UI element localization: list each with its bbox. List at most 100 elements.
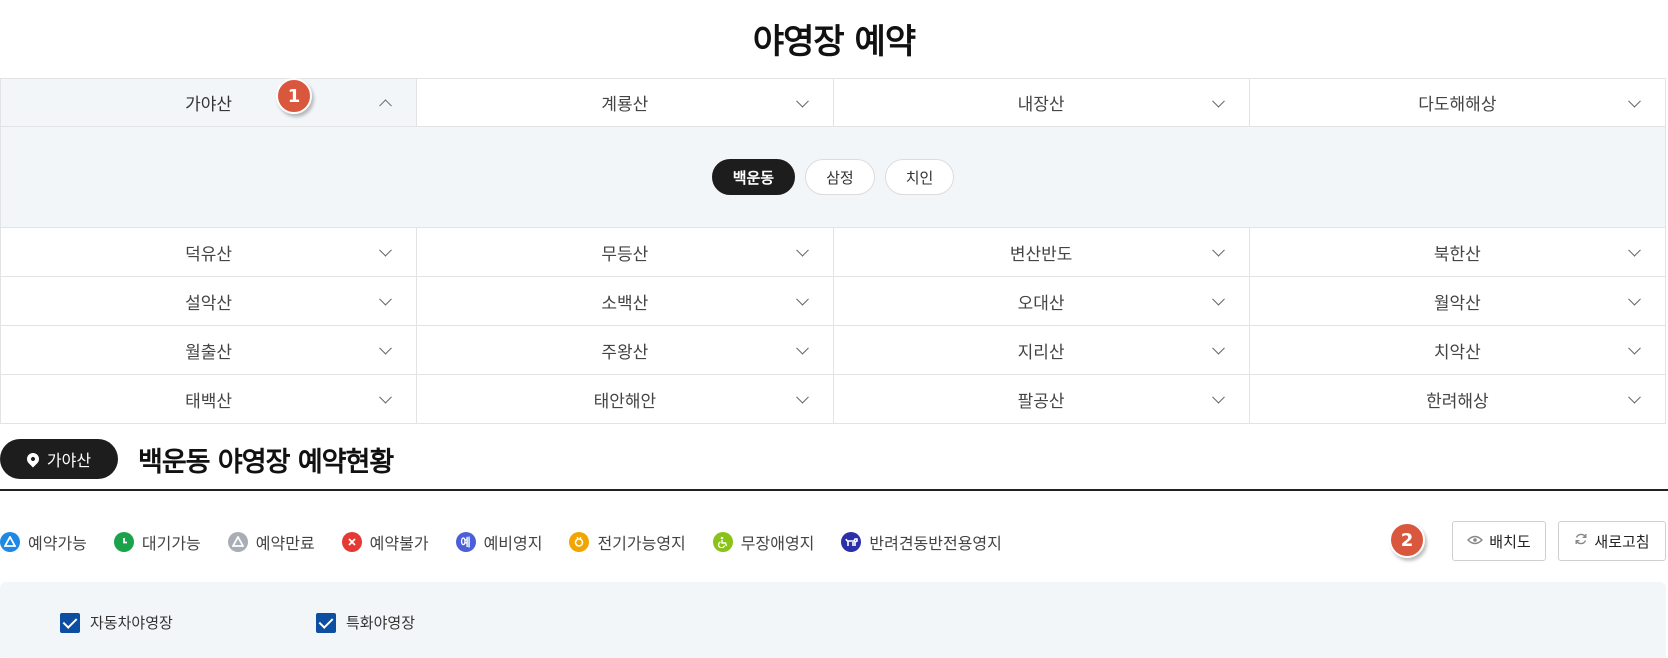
park-label: 다도해해상	[1418, 95, 1497, 115]
chevron-down-icon	[1628, 390, 1641, 404]
park-tab-naejangsan[interactable]: 내장산	[833, 79, 1250, 126]
chevron-down-icon	[795, 341, 809, 355]
sub-area-baegundong[interactable]: 백운동	[711, 159, 796, 195]
park-tab[interactable]: 덕유산	[0, 228, 418, 276]
chevron-up-icon	[379, 98, 393, 112]
chevron-down-icon	[1628, 292, 1641, 306]
legend-label: 예비영지	[483, 534, 543, 553]
checkbox-checked-icon[interactable]	[316, 612, 336, 633]
park-label: 태안해안	[593, 391, 657, 412]
filter-special-campsite[interactable]: 특화야영장	[316, 612, 415, 633]
chevron-down-icon	[1211, 292, 1225, 306]
plug-icon	[569, 532, 590, 552]
park-grid: 가야산 계룡산 내장산 다도해해상 백운동 삼정 치인 덕유산 무등산 변산반도…	[0, 78, 1666, 424]
legend-label: 예약만료	[255, 534, 315, 553]
chevron-down-icon	[795, 390, 809, 404]
park-tab-dadohae[interactable]: 다도해해상	[1249, 79, 1666, 126]
park-tab[interactable]: 북한산	[1249, 228, 1666, 276]
campsite-type-filter: 자동차야영장 특화야영장	[0, 582, 1666, 658]
park-label: 설악산	[185, 293, 233, 314]
legend-label: 반려견동반전용영지	[869, 534, 1002, 553]
location-label: 가야산	[46, 451, 92, 470]
park-tab[interactable]: 월악산	[1249, 277, 1666, 325]
park-row-1: 가야산 계룡산 내장산 다도해해상	[0, 78, 1666, 127]
park-label: 월출산	[185, 342, 233, 363]
chevron-down-icon	[1628, 243, 1641, 257]
park-label: 치악산	[1433, 342, 1481, 363]
layout-map-button[interactable]: 배치도	[1452, 521, 1546, 561]
park-label: 가야산	[185, 95, 233, 115]
legend-item: 전기가능영지	[569, 530, 686, 554]
sub-area-chiin[interactable]: 치인	[884, 159, 955, 195]
chevron-down-icon	[795, 94, 809, 108]
legend-label: 예약가능	[28, 534, 87, 553]
park-tab[interactable]: 소백산	[417, 277, 834, 325]
park-tab[interactable]: 태백산	[0, 375, 418, 423]
park-tab[interactable]: 무등산	[417, 228, 834, 276]
park-row-4: 월출산 주왕산 지리산 치악산	[0, 326, 1666, 375]
park-tab[interactable]: 월출산	[0, 326, 418, 374]
park-tab[interactable]: 오대산	[833, 277, 1250, 325]
dog-icon	[841, 532, 862, 552]
sub-area-panel: 백운동 삼정 치인	[0, 127, 1666, 228]
filter-label: 특화야영장	[346, 614, 416, 632]
refresh-label: 새로고침	[1594, 532, 1650, 551]
park-tab[interactable]: 태안해안	[417, 375, 834, 423]
legend-item: 무장애영지	[712, 530, 815, 554]
wheelchair-icon	[712, 532, 733, 552]
park-tab[interactable]: 변산반도	[833, 228, 1250, 276]
legend-item: 예약가능	[0, 530, 87, 554]
park-tab[interactable]: 지리산	[833, 326, 1250, 374]
chevron-down-icon	[379, 292, 393, 306]
section-title: 백운동 야영장 예약현황	[138, 447, 394, 478]
park-label: 변산반도	[1009, 244, 1073, 265]
triangle-icon	[0, 532, 20, 552]
filter-auto-campsite[interactable]: 자동차야영장	[60, 612, 173, 633]
legend-item: 예약불가	[341, 530, 429, 554]
park-label: 월악산	[1433, 293, 1481, 314]
park-tab[interactable]: 한려해상	[1249, 375, 1666, 423]
chevron-down-icon	[795, 292, 809, 306]
park-label: 무등산	[601, 244, 649, 265]
park-tab[interactable]: 팔공산	[833, 375, 1250, 423]
sub-area-samjeong[interactable]: 삼정	[805, 159, 875, 195]
park-tab[interactable]: 설악산	[0, 277, 418, 325]
park-row-5: 태백산 태안해안 팔공산 한려해상	[0, 375, 1666, 424]
refresh-icon	[1574, 532, 1588, 550]
refresh-button[interactable]: 새로고침	[1558, 521, 1666, 561]
park-label: 소백산	[601, 293, 649, 314]
park-tab[interactable]: 치악산	[1249, 326, 1666, 374]
park-label: 한려해상	[1426, 391, 1489, 412]
legend-label: 예약불가	[369, 534, 429, 553]
park-label: 덕유산	[185, 244, 233, 265]
park-tab-gyeryongsan[interactable]: 계룡산	[417, 79, 834, 126]
chevron-down-icon	[795, 243, 809, 257]
step-marker-1: 1	[276, 78, 312, 114]
chevron-down-icon	[1628, 94, 1641, 108]
legend-item: 대기가능	[113, 530, 201, 554]
x-icon	[341, 532, 362, 552]
triangle-icon	[227, 532, 248, 552]
park-tab-gayasan[interactable]: 가야산	[0, 79, 418, 126]
chevron-down-icon	[379, 390, 393, 404]
chevron-down-icon	[1211, 390, 1225, 404]
map-pin-icon	[24, 450, 42, 468]
page-title: 야영장 예약	[752, 22, 916, 62]
legend-item: 예약만료	[227, 530, 315, 554]
checkbox-checked-icon[interactable]	[60, 612, 80, 633]
location-badge: 가야산	[0, 439, 118, 479]
park-row-2: 덕유산 무등산 변산반도 북한산	[0, 228, 1666, 277]
filter-label: 자동차야영장	[90, 614, 173, 632]
legend-label: 무장애영지	[740, 534, 815, 553]
park-label: 내장산	[1017, 95, 1065, 115]
chevron-down-icon	[1211, 94, 1225, 108]
chevron-down-icon	[1211, 243, 1225, 257]
park-tab[interactable]: 주왕산	[417, 326, 834, 374]
legend-item: 반려견동반전용영지	[841, 530, 1002, 554]
park-label: 지리산	[1017, 342, 1065, 363]
park-label: 팔공산	[1017, 391, 1065, 412]
reserve-icon: 예	[455, 532, 476, 552]
clock-icon	[113, 532, 134, 552]
park-label: 태백산	[185, 391, 233, 412]
section-divider	[0, 489, 1668, 491]
